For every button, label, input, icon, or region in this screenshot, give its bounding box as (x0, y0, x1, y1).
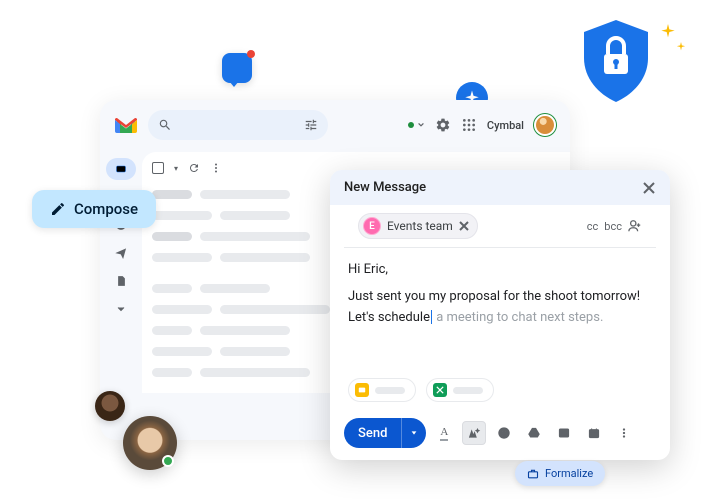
sidebar (100, 150, 142, 393)
sidebar-item-drafts[interactable] (106, 270, 136, 292)
presence-indicator (162, 455, 174, 467)
attachment-name-placeholder (453, 387, 483, 394)
attachment-slides[interactable] (348, 378, 416, 402)
gmail-logo (114, 116, 138, 134)
pencil-icon (50, 201, 66, 217)
search-icon (158, 118, 172, 132)
security-shield-decoration (580, 20, 652, 102)
user-avatar[interactable] (534, 114, 556, 136)
bcc-button[interactable]: bcc (604, 220, 622, 233)
apps-grid-icon[interactable] (461, 117, 477, 133)
formalize-button[interactable]: Formalize (515, 461, 605, 486)
collaborator-avatar-2 (123, 416, 177, 470)
add-contact-icon[interactable] (628, 219, 642, 233)
remove-recipient-icon[interactable] (459, 221, 469, 231)
sidebar-item-inbox[interactable] (106, 158, 136, 180)
compose-button[interactable]: Compose (32, 190, 156, 228)
smart-compose-suggestion: a meeting to chat next steps. (433, 310, 603, 325)
gmail-header: Cymbal (100, 100, 570, 150)
collaborator-avatar-1 (95, 391, 125, 421)
sparkle-decoration-small (676, 42, 686, 52)
chat-bubble-decoration (222, 53, 252, 83)
attachment-row (330, 374, 670, 410)
cc-button[interactable]: cc (587, 220, 599, 233)
recipient-chip[interactable]: E Events team (358, 213, 478, 239)
compose-window: New Message E Events team cc bcc Hi Eric… (330, 170, 670, 460)
drive-button[interactable] (522, 421, 546, 445)
compose-title: New Message (344, 180, 426, 195)
sidebar-item-more[interactable] (106, 298, 136, 320)
tune-icon[interactable] (304, 118, 318, 132)
attachment-name-placeholder (375, 387, 405, 394)
body-typed-text: Let's schedule (348, 310, 430, 325)
slides-icon (355, 383, 369, 397)
recipients-row: E Events team cc bcc (344, 205, 656, 248)
refresh-icon[interactable] (188, 162, 200, 174)
select-dropdown-icon[interactable]: ▾ (174, 164, 178, 173)
recipient-avatar: E (363, 217, 381, 235)
more-options-button[interactable] (612, 421, 636, 445)
ai-assist-button[interactable] (462, 421, 486, 445)
format-text-button[interactable]: A (432, 421, 456, 445)
attachment-sheets[interactable] (426, 378, 494, 402)
compose-footer: Send A (330, 410, 670, 460)
send-button[interactable]: Send (344, 418, 426, 448)
active-status-dot (408, 122, 414, 128)
header-right-controls: Cymbal (408, 114, 556, 136)
settings-icon[interactable] (435, 117, 451, 133)
sheets-icon (433, 383, 447, 397)
calendar-button[interactable] (582, 421, 606, 445)
chevron-down-icon (410, 429, 418, 437)
send-options-button[interactable] (401, 418, 426, 448)
body-greeting: Hi Eric, (348, 260, 652, 281)
compose-label: Compose (74, 200, 138, 218)
send-label: Send (344, 426, 401, 441)
workspace-brand-name: Cymbal (487, 119, 524, 132)
select-all-checkbox[interactable] (152, 162, 164, 174)
formalize-label: Formalize (545, 467, 593, 480)
more-icon[interactable] (210, 162, 222, 174)
notification-dot (247, 50, 255, 58)
image-button[interactable] (552, 421, 576, 445)
sparkle-decoration (660, 24, 676, 40)
status-indicator[interactable] (408, 121, 425, 129)
text-cursor (431, 310, 432, 324)
close-icon[interactable] (642, 181, 656, 195)
recipient-name: Events team (387, 219, 453, 233)
compose-body[interactable]: Hi Eric, Just sent you my proposal for t… (330, 248, 670, 374)
briefcase-icon (527, 468, 539, 480)
body-line-1: Just sent you my proposal for the shoot … (348, 287, 652, 308)
cc-bcc-controls: cc bcc (587, 219, 642, 233)
search-box[interactable] (148, 110, 328, 140)
compose-header: New Message (330, 170, 670, 205)
chevron-down-icon (417, 121, 425, 129)
emoji-button[interactable] (492, 421, 516, 445)
sidebar-item-sent[interactable] (106, 242, 136, 264)
